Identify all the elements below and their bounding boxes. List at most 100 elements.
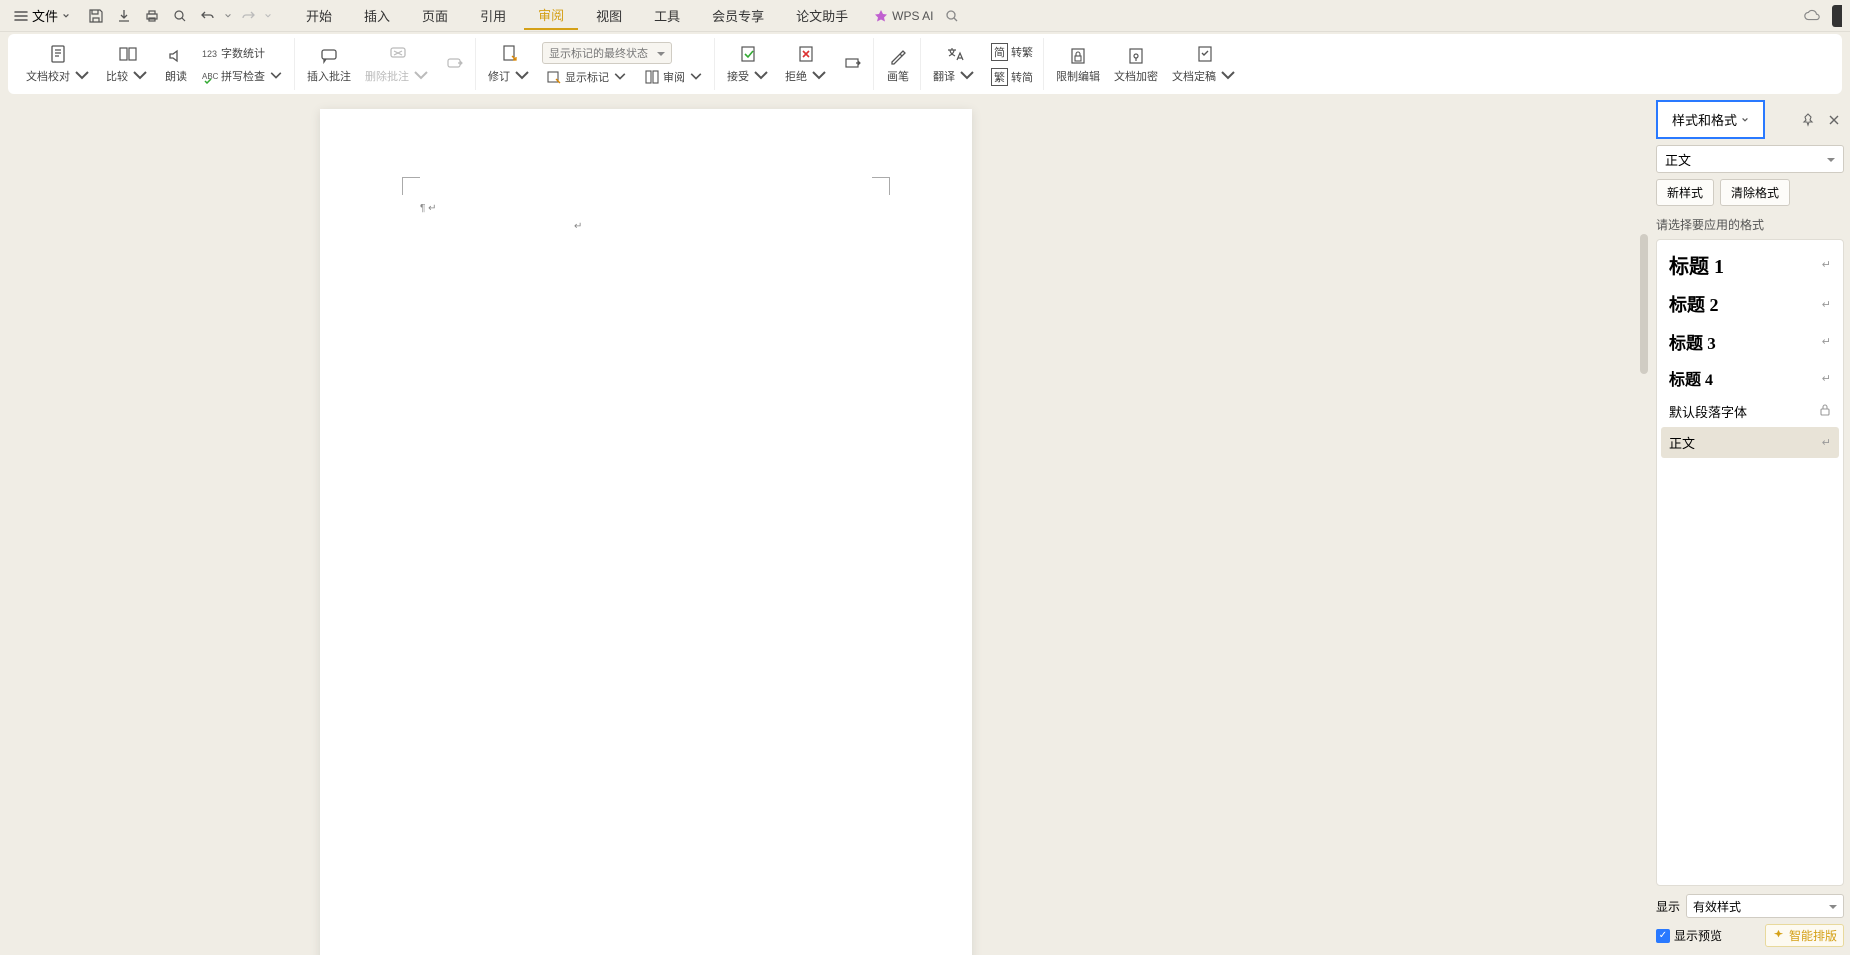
- style-item[interactable]: 标题 2↵: [1661, 285, 1839, 323]
- print-preview-button[interactable]: [168, 4, 192, 28]
- review-pane-button[interactable]: 审阅: [640, 67, 708, 87]
- style-item[interactable]: 默认段落字体: [1661, 396, 1839, 427]
- delete-comment-button[interactable]: 删除批注: [361, 40, 435, 88]
- tab-page[interactable]: 页面: [408, 2, 462, 29]
- read-aloud-button[interactable]: 朗读: [160, 42, 192, 86]
- show-label: 显示: [1656, 898, 1680, 915]
- markup-state-dropdown[interactable]: 显示标记的最终状态: [542, 42, 672, 64]
- brush-button[interactable]: 画笔: [882, 42, 914, 86]
- tab-thesis[interactable]: 论文助手: [782, 2, 862, 29]
- style-item-label: 正文: [1669, 433, 1695, 452]
- tab-member[interactable]: 会员专享: [698, 2, 778, 29]
- search-button[interactable]: [940, 4, 964, 28]
- menu-tabs: 开始 插入 页面 引用 审阅 视图 工具 会员专享 论文助手: [292, 1, 862, 30]
- wps-ai-icon: [874, 9, 888, 23]
- margin-corner-tl: [402, 177, 420, 195]
- chevron-down-icon: [130, 66, 150, 86]
- panel-title-dropdown[interactable]: 样式和格式: [1656, 100, 1765, 139]
- compare-label: 比较: [106, 68, 128, 84]
- preview-label: 显示预览: [1674, 927, 1722, 944]
- chevron-down-icon: [264, 12, 272, 20]
- wps-ai-button[interactable]: WPS AI: [874, 9, 933, 23]
- style-action-buttons: 新样式 清除格式: [1656, 179, 1844, 206]
- style-item[interactable]: 标题 1↵: [1661, 244, 1839, 285]
- group-translate: 翻译 简转繁 繁转简: [923, 38, 1044, 90]
- tab-view[interactable]: 视图: [582, 2, 636, 29]
- current-style-label: 正文: [1665, 150, 1691, 169]
- style-item[interactable]: 标题 4↵: [1661, 360, 1839, 396]
- spell-check-button[interactable]: ABC拼写检查: [198, 66, 288, 86]
- proofread-button[interactable]: 文档校对: [22, 40, 96, 88]
- vertical-scrollbar[interactable]: [1640, 234, 1648, 374]
- save-button[interactable]: [84, 4, 108, 28]
- file-menu[interactable]: 文件: [8, 4, 76, 27]
- return-icon: ↵: [1822, 436, 1831, 449]
- brush-label: 画笔: [887, 68, 909, 84]
- chevron-down-icon: [72, 66, 92, 86]
- pin-button[interactable]: [1798, 110, 1818, 130]
- cloud-sync-button[interactable]: [1800, 4, 1824, 28]
- tab-reference[interactable]: 引用: [466, 2, 520, 29]
- compare-changes-button[interactable]: [839, 50, 867, 78]
- top-toolbar: 文件 开始 插入 页面 引用 审阅 视图 工具 会员专享 论文助手 WPS AI: [0, 0, 1850, 32]
- insert-comment-button[interactable]: 插入批注: [303, 42, 355, 86]
- tab-insert[interactable]: 插入: [350, 2, 404, 29]
- new-style-button[interactable]: 新样式: [1656, 179, 1714, 206]
- style-item-label: 默认段落字体: [1669, 402, 1747, 421]
- style-item[interactable]: 正文 ↵: [1661, 427, 1839, 458]
- close-panel-button[interactable]: [1824, 110, 1844, 130]
- accept-button[interactable]: 接受: [723, 40, 775, 88]
- paragraph-mark: ¶ ↵: [420, 203, 437, 214]
- chevron-down-icon: [411, 66, 431, 86]
- reject-button[interactable]: 拒绝: [781, 40, 833, 88]
- translate-label: 翻译: [933, 68, 955, 84]
- encrypt-button[interactable]: 文档加密: [1110, 42, 1162, 86]
- show-value-label: 有效样式: [1693, 898, 1741, 915]
- group-brush: 画笔: [876, 38, 921, 90]
- print-button[interactable]: [140, 4, 164, 28]
- style-item[interactable]: 标题 3↵: [1661, 323, 1839, 360]
- panel-header: 样式和格式: [1656, 94, 1844, 145]
- checkbox-icon: ✓: [1656, 929, 1670, 943]
- document-page[interactable]: ¶ ↵ ↵: [320, 109, 972, 955]
- style-item-label: 标题 3: [1669, 329, 1716, 354]
- redo-button[interactable]: [236, 4, 260, 28]
- margin-corner-tr: [872, 177, 890, 195]
- show-row: 显示 有效样式: [1656, 894, 1844, 918]
- revise-button[interactable]: 修订: [484, 40, 536, 88]
- read-aloud-label: 朗读: [165, 68, 187, 84]
- svg-text:123: 123: [202, 49, 217, 59]
- account-avatar[interactable]: [1832, 5, 1842, 27]
- undo-button[interactable]: [196, 4, 220, 28]
- tab-tools[interactable]: 工具: [640, 2, 694, 29]
- finalize-button[interactable]: 文档定稿: [1168, 40, 1242, 88]
- proofread-label: 文档校对: [26, 68, 70, 84]
- word-count-button[interactable]: 123字数统计: [198, 43, 288, 63]
- show-markup-button[interactable]: 显示标记: [542, 67, 632, 87]
- restrict-edit-button[interactable]: 限制编辑: [1052, 42, 1104, 86]
- review-ribbon: 文档校对 比较 朗读 123字数统计 ABC拼写检查 插入批注 删除批注: [8, 34, 1842, 94]
- preview-checkbox-row[interactable]: ✓ 显示预览: [1656, 927, 1722, 944]
- to-traditional-button[interactable]: 简转繁: [987, 41, 1037, 63]
- encrypt-label: 文档加密: [1114, 68, 1158, 84]
- sparkle-icon: [1772, 929, 1785, 942]
- current-style-dropdown[interactable]: 正文: [1656, 145, 1844, 173]
- reject-label: 拒绝: [785, 68, 807, 84]
- style-list: 标题 1↵标题 2↵标题 3↵标题 4↵ 默认段落字体正文 ↵: [1656, 239, 1844, 886]
- next-comment-button[interactable]: [441, 50, 469, 78]
- show-filter-dropdown[interactable]: 有效样式: [1686, 894, 1844, 918]
- tab-review[interactable]: 审阅: [524, 1, 578, 30]
- to-simplified-button[interactable]: 繁转简: [987, 66, 1037, 88]
- quick-access-toolbar: [84, 4, 272, 28]
- clear-format-button[interactable]: 清除格式: [1720, 179, 1790, 206]
- chevron-down-icon: [1741, 116, 1749, 124]
- translate-button[interactable]: 翻译: [929, 40, 981, 88]
- document-area[interactable]: ¶ ↵ ↵: [0, 94, 1650, 955]
- smart-layout-button[interactable]: 智能排版: [1765, 924, 1844, 947]
- group-protect: 限制编辑 文档加密 文档定稿: [1046, 38, 1248, 90]
- tab-start[interactable]: 开始: [292, 2, 346, 29]
- compare-button[interactable]: 比较: [102, 40, 154, 88]
- export-button[interactable]: [112, 4, 136, 28]
- delete-comment-label: 删除批注: [365, 68, 409, 84]
- chevron-down-icon: [1218, 66, 1238, 86]
